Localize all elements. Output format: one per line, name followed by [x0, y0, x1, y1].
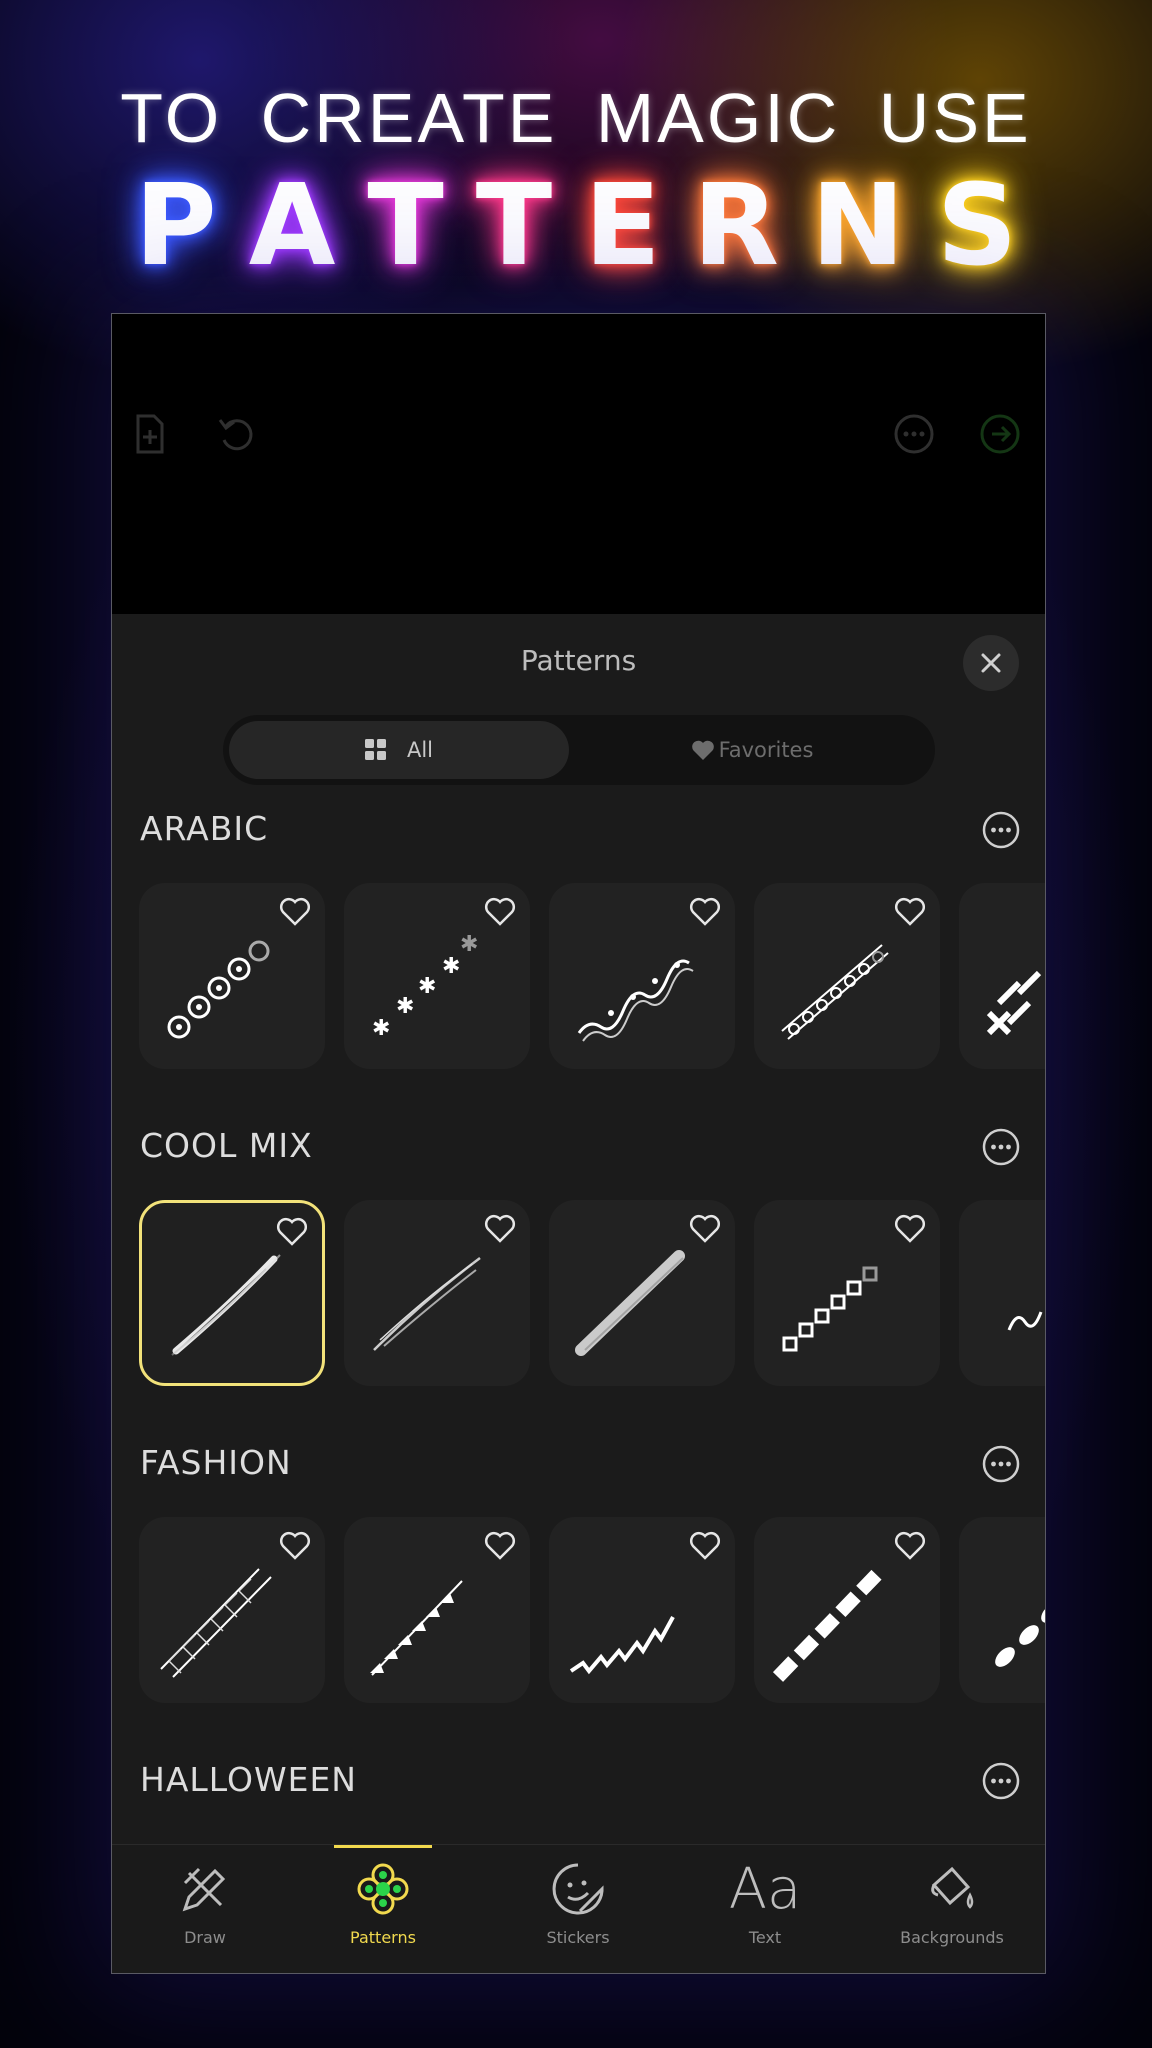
- text-icon: Aa: [728, 1857, 802, 1922]
- favorite-heart-icon[interactable]: [894, 1214, 926, 1244]
- stickers-icon: [552, 1863, 604, 1915]
- new-file-icon[interactable]: [128, 412, 172, 456]
- pattern-tile[interactable]: [139, 1517, 325, 1703]
- svg-text:✱: ✱: [460, 932, 478, 957]
- pattern-tile-selected[interactable]: [139, 1200, 325, 1386]
- favorite-heart-icon[interactable]: [484, 897, 516, 927]
- tab-favorites-label: Favorites: [718, 738, 814, 762]
- headline-word: MAGIC: [595, 79, 841, 157]
- brand-letter: T: [367, 161, 444, 291]
- app-screen: Patterns All Favorites ARABIC ✱ ✱ ✱ ✱ ✱ …: [111, 313, 1046, 1974]
- patterns-icon: [357, 1863, 409, 1915]
- svg-text:✱: ✱: [396, 994, 414, 1019]
- brand-letter: E: [584, 161, 661, 291]
- favorite-heart-icon[interactable]: [484, 1214, 516, 1244]
- backgrounds-icon: [931, 1866, 974, 1909]
- sheet-title: Patterns: [520, 644, 637, 677]
- svg-text:✱: ✱: [418, 974, 436, 999]
- pattern-row-cool-mix: [139, 1200, 1045, 1386]
- pattern-tile[interactable]: [344, 1200, 530, 1386]
- nav-text[interactable]: Aa Text: [672, 1845, 858, 1973]
- nav-backgrounds[interactable]: Backgrounds: [859, 1845, 1045, 1973]
- pattern-tile[interactable]: [959, 1517, 1045, 1703]
- pattern-row-arabic: ✱ ✱ ✱ ✱ ✱: [139, 883, 1045, 1069]
- close-icon: [981, 653, 1001, 673]
- brand-letter: R: [692, 161, 779, 291]
- pattern-tile[interactable]: [959, 883, 1045, 1069]
- svg-text:✱: ✱: [442, 954, 460, 979]
- headline-word: CREATE: [260, 79, 558, 157]
- nav-patterns[interactable]: Patterns: [290, 1845, 476, 1973]
- leaf-drops-pattern: [995, 1603, 1045, 1667]
- close-button[interactable]: [963, 635, 1019, 691]
- nav-draw[interactable]: Draw: [112, 1845, 298, 1973]
- nav-label: Stickers: [546, 1928, 610, 1947]
- favorite-heart-icon[interactable]: [689, 897, 721, 927]
- drawing-canvas[interactable]: [112, 314, 1045, 614]
- section-more-icon[interactable]: [981, 1127, 1021, 1167]
- nav-stickers[interactable]: Stickers: [485, 1845, 671, 1973]
- pattern-tile[interactable]: [344, 1517, 530, 1703]
- pattern-tile[interactable]: [754, 1517, 940, 1703]
- pattern-tile[interactable]: [754, 1200, 940, 1386]
- favorite-heart-icon[interactable]: [484, 1531, 516, 1561]
- grid-icon: [364, 739, 386, 760]
- draw-icon: [182, 1867, 226, 1912]
- brand-letter: A: [248, 161, 336, 291]
- section-title-cool-mix: COOL MIX: [140, 1126, 313, 1165]
- favorite-heart-icon[interactable]: [689, 1214, 721, 1244]
- pattern-tile[interactable]: [549, 883, 735, 1069]
- section-title-arabic: ARABIC: [140, 809, 269, 848]
- nav-label: Text: [748, 1928, 782, 1947]
- filter-segmented-control: All Favorites: [223, 715, 935, 785]
- brand-letter: N: [810, 161, 905, 291]
- tab-all-label: All: [406, 738, 434, 762]
- headline-word: TO: [120, 79, 223, 157]
- brand-letter: T: [475, 161, 553, 291]
- favorite-heart-icon[interactable]: [894, 1531, 926, 1561]
- more-options-icon[interactable]: [892, 412, 936, 456]
- section-title-halloween: HALLOWEEN: [140, 1760, 357, 1799]
- section-more-icon[interactable]: [981, 1761, 1021, 1801]
- next-arrow-icon[interactable]: [978, 412, 1022, 456]
- squiggle-pattern: [1007, 1311, 1043, 1331]
- pattern-tile[interactable]: [139, 883, 325, 1069]
- nav-label: Draw: [184, 1928, 226, 1947]
- undo-icon[interactable]: [214, 412, 258, 456]
- heart-icon: [691, 740, 714, 760]
- tab-favorites[interactable]: Favorites: [575, 721, 929, 779]
- promo-headline: TO CREATE MAGIC USE: [0, 78, 1152, 158]
- pattern-tile[interactable]: [959, 1200, 1045, 1386]
- promo-brand-word: PATTERNS: [0, 166, 1152, 286]
- favorite-heart-icon[interactable]: [276, 1217, 308, 1247]
- pattern-tile[interactable]: [549, 1517, 735, 1703]
- nav-label: Patterns: [350, 1928, 416, 1947]
- section-more-icon[interactable]: [981, 1444, 1021, 1484]
- bottom-navigation: Draw Patterns Stickers Aa Text Backgroun…: [112, 1844, 1045, 1973]
- pattern-row-fashion: [139, 1517, 1045, 1703]
- favorite-heart-icon[interactable]: [894, 897, 926, 927]
- headline-word: USE: [878, 79, 1032, 157]
- svg-text:✱: ✱: [372, 1016, 390, 1041]
- pattern-tile[interactable]: [549, 1200, 735, 1386]
- favorite-heart-icon[interactable]: [689, 1531, 721, 1561]
- section-more-icon[interactable]: [981, 810, 1021, 850]
- chevron-block-pattern: [986, 970, 1042, 1036]
- tab-all[interactable]: All: [229, 721, 569, 779]
- section-title-fashion: FASHION: [140, 1443, 292, 1482]
- brand-letter: P: [134, 161, 217, 291]
- favorite-heart-icon[interactable]: [279, 1531, 311, 1561]
- brand-letter: S: [936, 161, 1018, 291]
- pattern-tile[interactable]: ✱ ✱ ✱ ✱ ✱: [344, 883, 530, 1069]
- favorite-heart-icon[interactable]: [279, 897, 311, 927]
- pattern-tile[interactable]: [754, 883, 940, 1069]
- nav-label: Backgrounds: [900, 1928, 1004, 1947]
